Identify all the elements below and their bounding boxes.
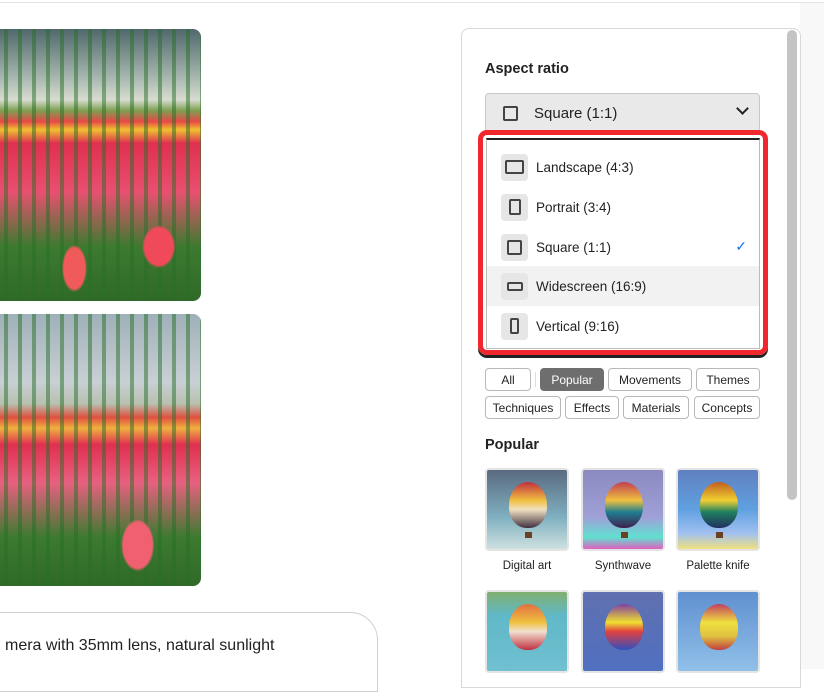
chip-popular[interactable]: Popular: [540, 368, 604, 391]
option-label: Square (1:1): [536, 239, 612, 255]
panel-scrollbar[interactable]: [787, 30, 797, 500]
style-label: Synthwave: [594, 560, 652, 572]
square-icon: [501, 233, 528, 261]
option-label: Landscape (4:3): [536, 159, 634, 175]
popular-section-title: Popular: [485, 437, 539, 453]
aspect-ratio-title: Aspect ratio: [485, 61, 569, 77]
style-thumb-synthwave[interactable]: [581, 468, 665, 551]
option-label: Widescreen (16:9): [536, 278, 647, 294]
chip-themes[interactable]: Themes: [696, 368, 760, 391]
chip-effects[interactable]: Effects: [565, 396, 619, 419]
chip-all[interactable]: All: [485, 368, 531, 391]
widescreen-icon: [501, 272, 528, 300]
option-square[interactable]: Square (1:1) ✓: [487, 227, 759, 267]
option-landscape[interactable]: Landscape (4:3): [487, 147, 759, 187]
landscape-icon: [501, 153, 528, 181]
chip-movements[interactable]: Movements: [608, 368, 692, 391]
top-divider: [0, 2, 824, 3]
vertical-icon: [501, 312, 528, 340]
portrait-icon: [501, 193, 528, 221]
style-thumb-5[interactable]: [581, 590, 665, 673]
prompt-input[interactable]: mera with 35mm lens, natural sunlight: [0, 612, 378, 692]
style-thumb-6[interactable]: [676, 590, 760, 673]
aspect-ratio-dropdown[interactable]: Square (1:1): [485, 93, 760, 133]
option-widescreen[interactable]: Widescreen (16:9): [487, 266, 759, 306]
dropdown-value: Square (1:1): [534, 104, 618, 122]
chip-concepts[interactable]: Concepts: [694, 396, 760, 419]
prompt-text: mera with 35mm lens, natural sunlight: [5, 637, 275, 654]
option-vertical[interactable]: Vertical (9:16): [487, 306, 759, 346]
option-label: Vertical (9:16): [536, 318, 620, 334]
square-icon: [503, 105, 518, 121]
chevron-down-icon: [736, 102, 749, 115]
style-thumb-4[interactable]: [485, 590, 569, 673]
aspect-ratio-menu: Landscape (4:3) Portrait (3:4) Square (1…: [486, 138, 760, 349]
generated-image-1[interactable]: [0, 29, 201, 301]
style-thumb-digital-art[interactable]: [485, 468, 569, 551]
page-background: [800, 3, 824, 669]
style-label: Digital art: [502, 560, 552, 572]
chip-separator: [535, 372, 536, 387]
chip-techniques[interactable]: Techniques: [485, 396, 561, 419]
option-label: Portrait (3:4): [536, 199, 612, 215]
style-label: Palette knife: [686, 560, 750, 572]
generated-image-2[interactable]: [0, 314, 201, 586]
option-portrait[interactable]: Portrait (3:4): [487, 187, 759, 227]
chip-materials[interactable]: Materials: [623, 396, 689, 419]
checkmark-icon: ✓: [735, 238, 747, 254]
style-thumb-palette-knife[interactable]: [676, 468, 760, 551]
